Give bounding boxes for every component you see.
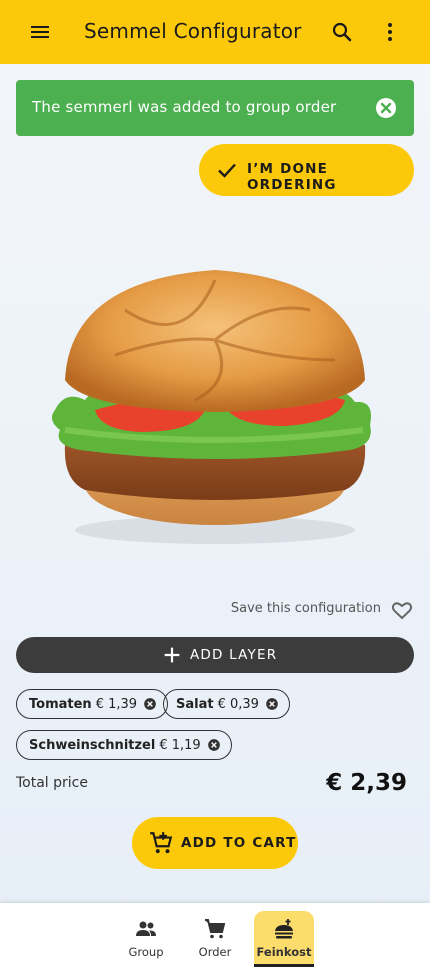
layer-chip-name: Schweinschnitzel xyxy=(29,737,156,753)
check-icon xyxy=(218,163,236,178)
semmel-image xyxy=(51,270,371,544)
add-layer-label: ADD LAYER xyxy=(190,647,278,663)
cart-icon xyxy=(205,919,226,939)
layer-chip-price: € 0,39 xyxy=(217,696,259,712)
done-ordering-label: I’M DONE ORDERING xyxy=(247,161,337,193)
remove-icon[interactable] xyxy=(207,738,221,752)
layer-chip-name: Tomaten xyxy=(29,696,92,712)
layer-chip[interactable]: Salat € 0,39 xyxy=(163,689,290,719)
more-vert-icon[interactable] xyxy=(378,20,402,44)
done-ordering-button[interactable]: I’M DONE ORDERING xyxy=(199,144,414,196)
nav-item-label: Feinkost xyxy=(256,945,312,959)
heart-outline-icon[interactable] xyxy=(390,598,414,622)
nav-item-group[interactable]: Group xyxy=(116,911,176,967)
layer-chip[interactable]: Schweinschnitzel € 1,19 xyxy=(16,730,232,760)
remove-icon[interactable] xyxy=(265,697,279,711)
nav-item-order[interactable]: Order xyxy=(185,911,245,967)
menu-icon[interactable] xyxy=(28,20,52,44)
add-layer-button[interactable]: ADD LAYER xyxy=(16,637,414,673)
layer-chip[interactable]: Tomaten € 1,39 xyxy=(16,689,169,719)
nav-item-label: Order xyxy=(198,945,232,959)
add-to-cart-button[interactable]: ADD TO CART xyxy=(132,817,298,869)
plus-icon xyxy=(164,647,180,663)
group-icon xyxy=(136,921,156,936)
page-title: Semmel Configurator xyxy=(84,19,302,43)
close-circle-icon[interactable] xyxy=(374,96,398,120)
layer-chip-price: € 1,19 xyxy=(159,737,201,753)
snackbar-message: The semmerl was added to group order xyxy=(32,98,337,116)
layer-chip-price: € 1,39 xyxy=(95,696,138,712)
nav-item-feinkost[interactable]: Feinkost xyxy=(254,911,314,967)
app-bar: Semmel Configurator xyxy=(0,0,430,64)
bottom-navigation: Group Order Feinkost xyxy=(0,903,430,967)
remove-icon[interactable] xyxy=(143,697,157,711)
layer-chip-name: Salat xyxy=(176,696,214,712)
save-configuration-row[interactable]: Save this configuration xyxy=(0,596,430,624)
success-snackbar: The semmerl was added to group order xyxy=(16,80,414,136)
nav-item-label: Group xyxy=(128,945,164,959)
total-price-value: € 2,39 xyxy=(326,770,407,796)
search-icon[interactable] xyxy=(330,20,354,44)
add-to-cart-label: ADD TO CART xyxy=(181,835,297,851)
total-price-label: Total price xyxy=(16,775,88,791)
food-icon xyxy=(275,919,293,939)
add-shopping-cart-icon xyxy=(150,832,173,854)
save-configuration-label: Save this configuration xyxy=(230,601,381,616)
